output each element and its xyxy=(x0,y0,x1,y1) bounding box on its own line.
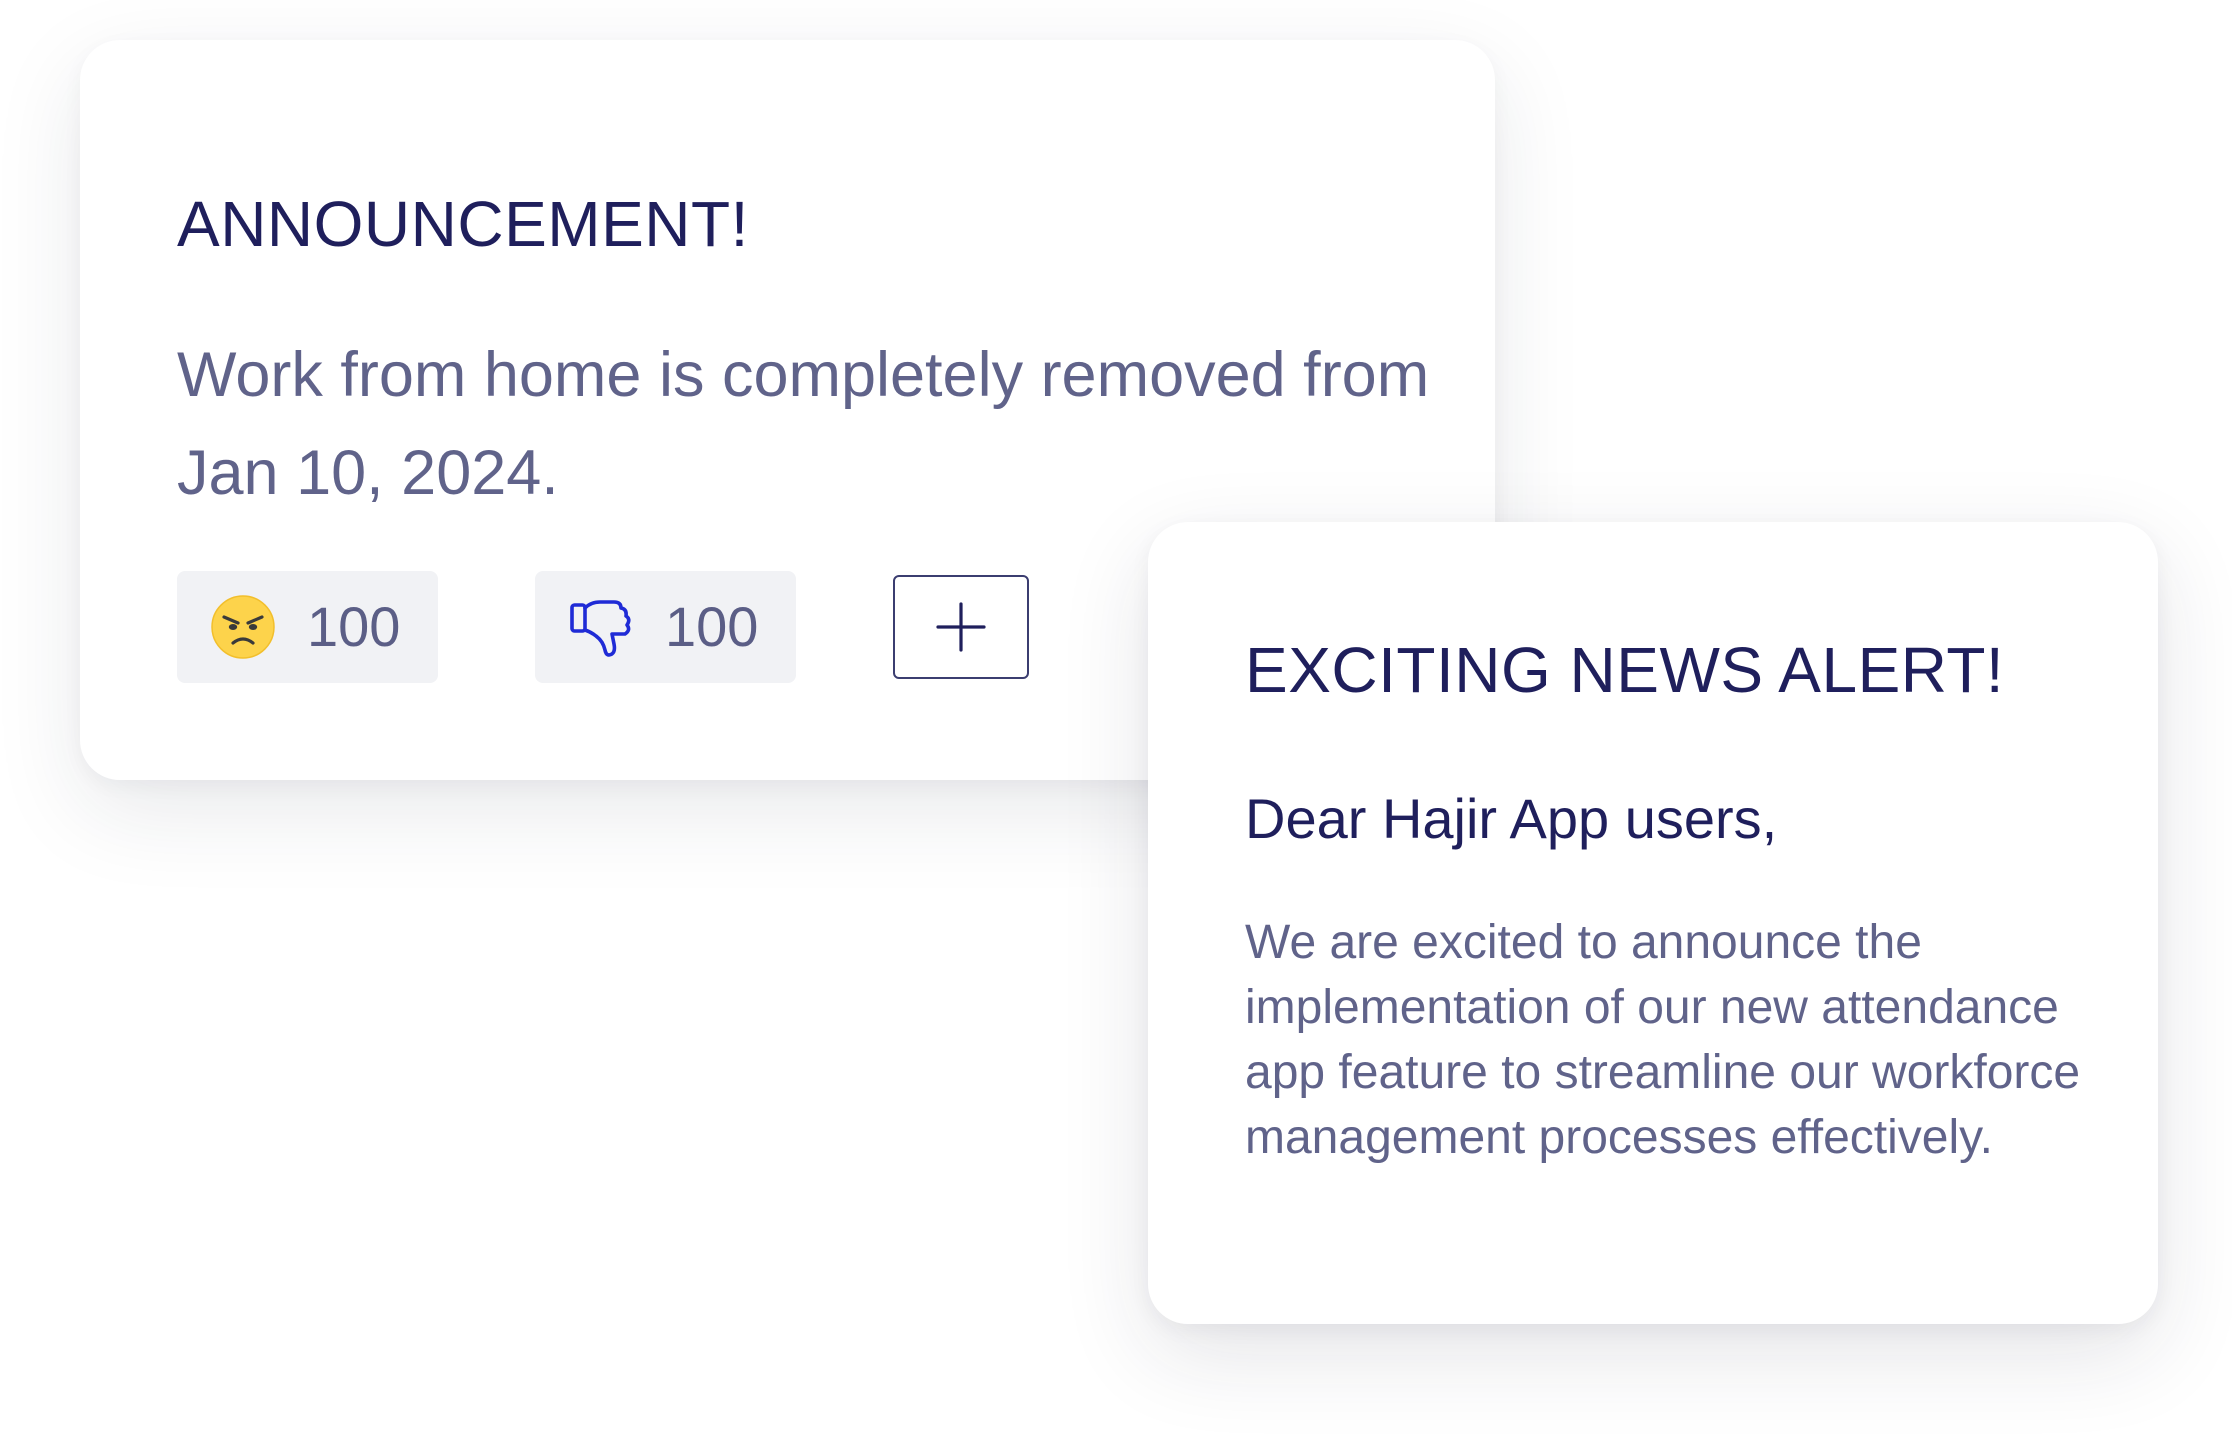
news-body: We are excited to announce the implement… xyxy=(1245,916,2081,1164)
angry-face-icon xyxy=(209,593,277,661)
news-card: EXCITING NEWS ALERT! Dear Hajir App user… xyxy=(1148,522,2158,1324)
add-reaction-button[interactable] xyxy=(893,575,1029,679)
reaction-angry-button[interactable]: 100 xyxy=(177,571,438,683)
reaction-thumbs-down-count: 100 xyxy=(665,595,759,658)
news-title: EXCITING NEWS ALERT! xyxy=(1245,634,2005,706)
announcement-title: ANNOUNCEMENT! xyxy=(177,188,749,260)
reaction-thumbs-down-button[interactable]: 100 xyxy=(535,571,796,683)
reaction-bar: 100 100 xyxy=(177,571,1029,683)
plus-icon xyxy=(935,601,987,653)
thumbs-down-icon xyxy=(567,593,635,661)
reaction-angry-count: 100 xyxy=(307,595,401,658)
news-greeting: Dear Hajir App users, xyxy=(1245,787,1778,850)
announcement-body: Work from home is completely removed fro… xyxy=(177,340,1430,508)
